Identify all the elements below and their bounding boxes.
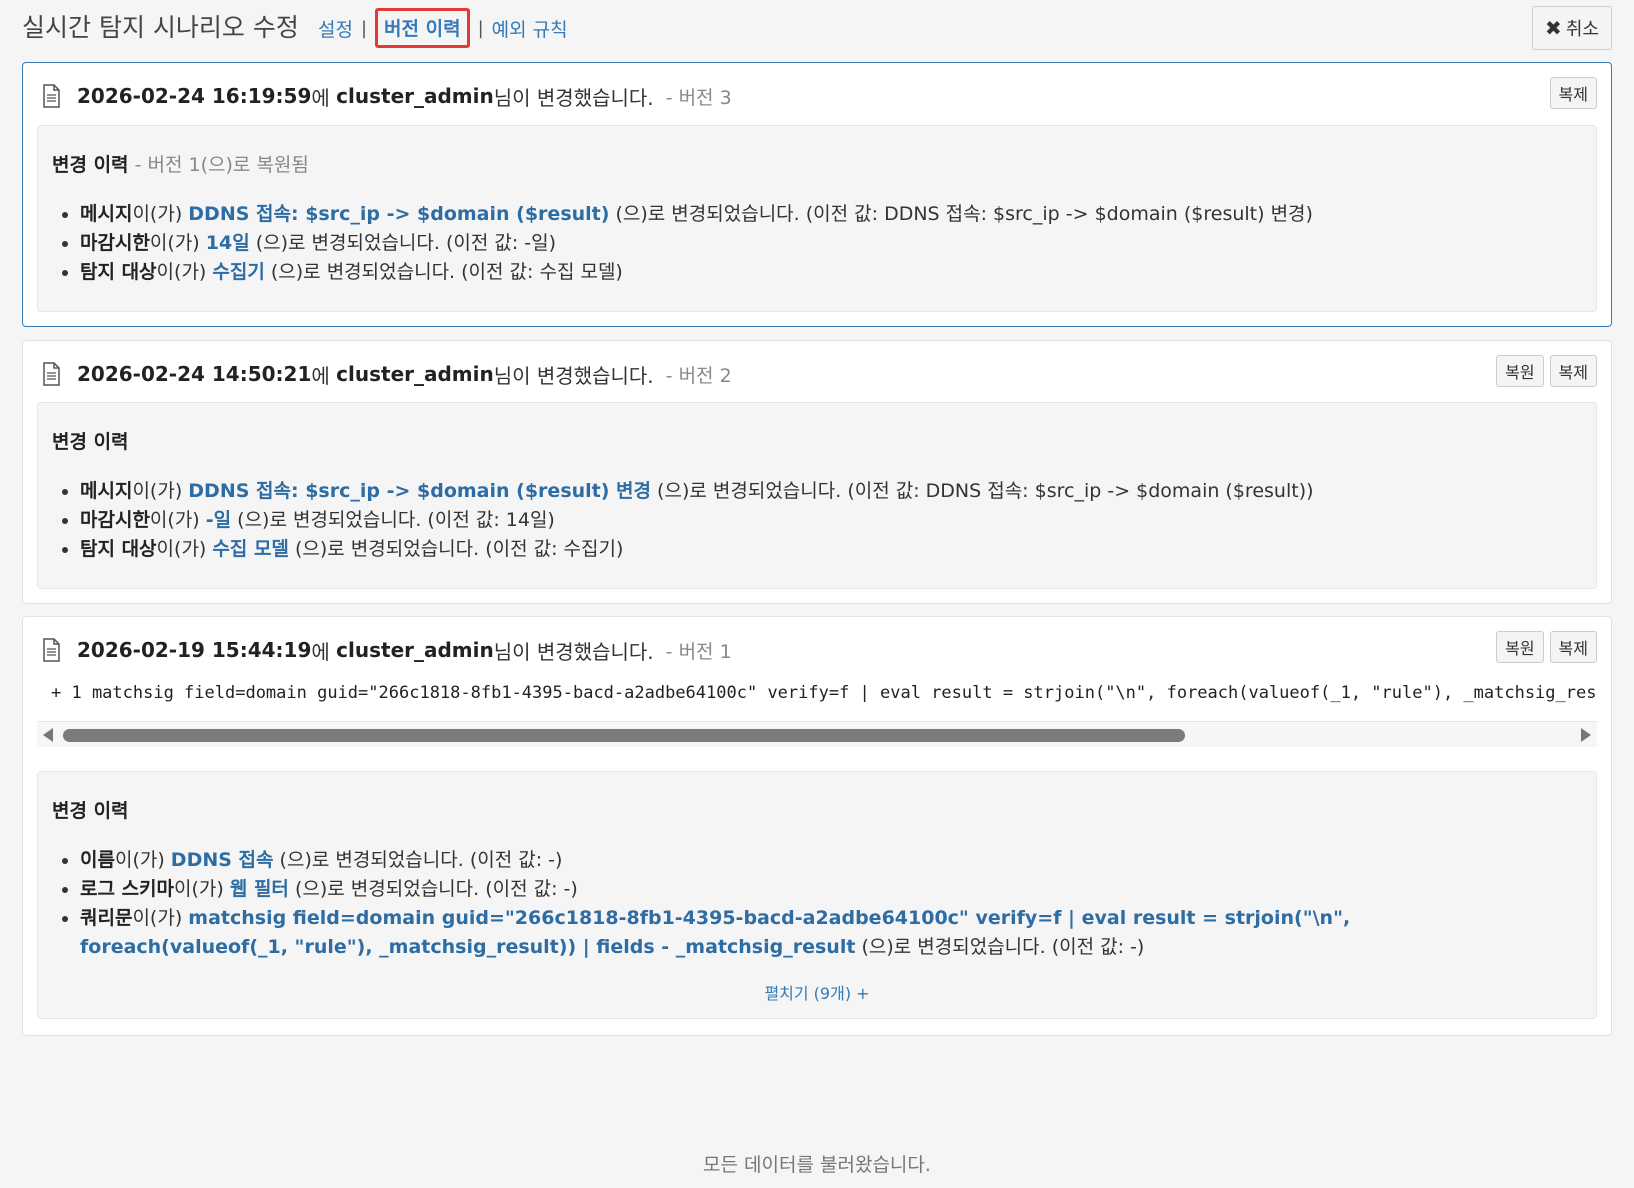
tab-separator: | bbox=[360, 17, 368, 39]
change-history-title: 변경 이력 - 버전 1(으)로 복원됨 bbox=[52, 154, 309, 176]
document-icon bbox=[43, 84, 60, 108]
list-item: 이름이(가) DDNS 접속 (으)로 변경되었습니다. (이전 값: -) bbox=[80, 846, 1556, 875]
version-header: 2026-02-19 15:44:19 에 cluster_admin 님이 변… bbox=[41, 635, 732, 665]
page: 실시간 탐지 시나리오 수정 설정 | 버전 이력 | 예외 규칙 ✖ 취소 2… bbox=[22, 0, 1612, 1188]
list-item: 탐지 대상이(가) 수집 모델 (으)로 변경되었습니다. (이전 값: 수집기… bbox=[80, 535, 1556, 564]
change-history-title: 변경 이력 bbox=[52, 431, 129, 453]
version-card[interactable]: 2026-02-24 16:19:59 에 cluster_admin 님이 변… bbox=[22, 62, 1612, 327]
scroll-left-icon[interactable] bbox=[43, 728, 53, 742]
change-history-title: 변경 이력 bbox=[52, 800, 129, 822]
list-item: 쿼리문이(가) matchsig field=domain guid="266c… bbox=[80, 904, 1556, 962]
close-icon: ✖ bbox=[1545, 16, 1562, 40]
tab-exception-rules[interactable]: 예외 규칙 bbox=[492, 15, 568, 42]
duplicate-button[interactable]: 복제 bbox=[1549, 631, 1597, 663]
version-card[interactable]: 2026-02-24 14:50:21 에 cluster_admin 님이 변… bbox=[22, 340, 1612, 604]
change-list: 메시지이(가) DDNS 접속: $src_ip -> $domain ($re… bbox=[80, 477, 1556, 564]
header: 실시간 탐지 시나리오 수정 설정 | 버전 이력 | 예외 규칙 ✖ 취소 bbox=[22, 0, 1612, 62]
version-actions: 복원 복제 bbox=[1496, 355, 1597, 387]
document-icon bbox=[43, 362, 60, 386]
list-item: 마감시한이(가) 14일 (으)로 변경되었습니다. (이전 값: -일) bbox=[80, 229, 1556, 258]
cancel-button-label: 취소 bbox=[1565, 19, 1599, 40]
list-item: 로그 스키마이(가) 웹 필터 (으)로 변경되었습니다. (이전 값: -) bbox=[80, 875, 1556, 904]
expand-link[interactable]: 펼치기 (9개) + bbox=[38, 980, 1596, 1004]
version-user: cluster_admin bbox=[336, 84, 494, 108]
load-complete-message: 모든 데이터를 불러왔습니다. bbox=[703, 1154, 931, 1176]
page-title: 실시간 탐지 시나리오 수정 bbox=[22, 13, 299, 42]
version-label: - 버전 3 bbox=[665, 86, 732, 109]
query-diff: + 1 matchsig field=domain guid="266c1818… bbox=[37, 673, 1597, 749]
change-list: 메시지이(가) DDNS 접속: $src_ip -> $domain ($re… bbox=[80, 200, 1556, 287]
version-timestamp: 2026-02-24 16:19:59 bbox=[77, 84, 312, 108]
restore-note: - 버전 1(으)로 복원됨 bbox=[128, 154, 309, 176]
diff-line: + 1 matchsig field=domain guid="266c1818… bbox=[51, 683, 1597, 703]
version-text: 님이 변경했습니다. bbox=[493, 639, 654, 664]
list-item: 메시지이(가) DDNS 접속: $src_ip -> $domain ($re… bbox=[80, 477, 1556, 506]
version-header: 2026-02-24 16:19:59 에 cluster_admin 님이 변… bbox=[41, 81, 732, 111]
tab-bar: 설정 | 버전 이력 | 예외 규칙 bbox=[318, 8, 568, 48]
version-text: 에 bbox=[311, 85, 337, 110]
tab-version-history[interactable]: 버전 이력 bbox=[375, 8, 470, 48]
version-label: - 버전 1 bbox=[665, 640, 732, 663]
tab-settings[interactable]: 설정 bbox=[318, 15, 353, 42]
version-actions: 복제 bbox=[1549, 77, 1597, 109]
restore-button[interactable]: 복원 bbox=[1496, 355, 1544, 387]
version-card[interactable]: 2026-02-19 15:44:19 에 cluster_admin 님이 변… bbox=[22, 616, 1612, 1036]
version-timestamp: 2026-02-24 14:50:21 bbox=[77, 362, 312, 386]
list-item: 탐지 대상이(가) 수집기 (으)로 변경되었습니다. (이전 값: 수집 모델… bbox=[80, 258, 1556, 287]
document-icon bbox=[43, 638, 60, 662]
tab-separator: | bbox=[477, 17, 484, 39]
change-history: 변경 이력 이름이(가) DDNS 접속 (으)로 변경되었습니다. (이전 값… bbox=[37, 771, 1597, 1019]
change-history: 변경 이력 메시지이(가) DDNS 접속: $src_ip -> $domai… bbox=[37, 402, 1597, 589]
change-history: 변경 이력 - 버전 1(으)로 복원됨 메시지이(가) DDNS 접속: $s… bbox=[37, 125, 1597, 312]
scroll-right-icon[interactable] bbox=[1581, 728, 1591, 742]
version-label: - 버전 2 bbox=[665, 364, 732, 387]
horizontal-scrollbar[interactable] bbox=[37, 721, 1597, 747]
version-text: 에 bbox=[311, 363, 337, 388]
version-actions: 복원 복제 bbox=[1496, 631, 1597, 663]
list-item: 메시지이(가) DDNS 접속: $src_ip -> $domain ($re… bbox=[80, 200, 1556, 229]
list-item: 마감시한이(가) -일 (으)로 변경되었습니다. (이전 값: 14일) bbox=[80, 506, 1556, 535]
version-text: 님이 변경했습니다. bbox=[493, 85, 654, 110]
version-text: 님이 변경했습니다. bbox=[493, 363, 654, 388]
cancel-button[interactable]: ✖ 취소 bbox=[1532, 6, 1612, 50]
change-list: 이름이(가) DDNS 접속 (으)로 변경되었습니다. (이전 값: -) 로… bbox=[80, 846, 1556, 962]
version-text: 에 bbox=[311, 639, 337, 664]
duplicate-button[interactable]: 복제 bbox=[1549, 77, 1597, 109]
version-timestamp: 2026-02-19 15:44:19 bbox=[77, 638, 312, 662]
scrollbar-thumb[interactable] bbox=[63, 729, 1185, 742]
version-user: cluster_admin bbox=[336, 362, 494, 386]
duplicate-button[interactable]: 복제 bbox=[1549, 355, 1597, 387]
version-header: 2026-02-24 14:50:21 에 cluster_admin 님이 변… bbox=[41, 359, 732, 389]
version-user: cluster_admin bbox=[336, 638, 494, 662]
restore-button[interactable]: 복원 bbox=[1496, 631, 1544, 663]
